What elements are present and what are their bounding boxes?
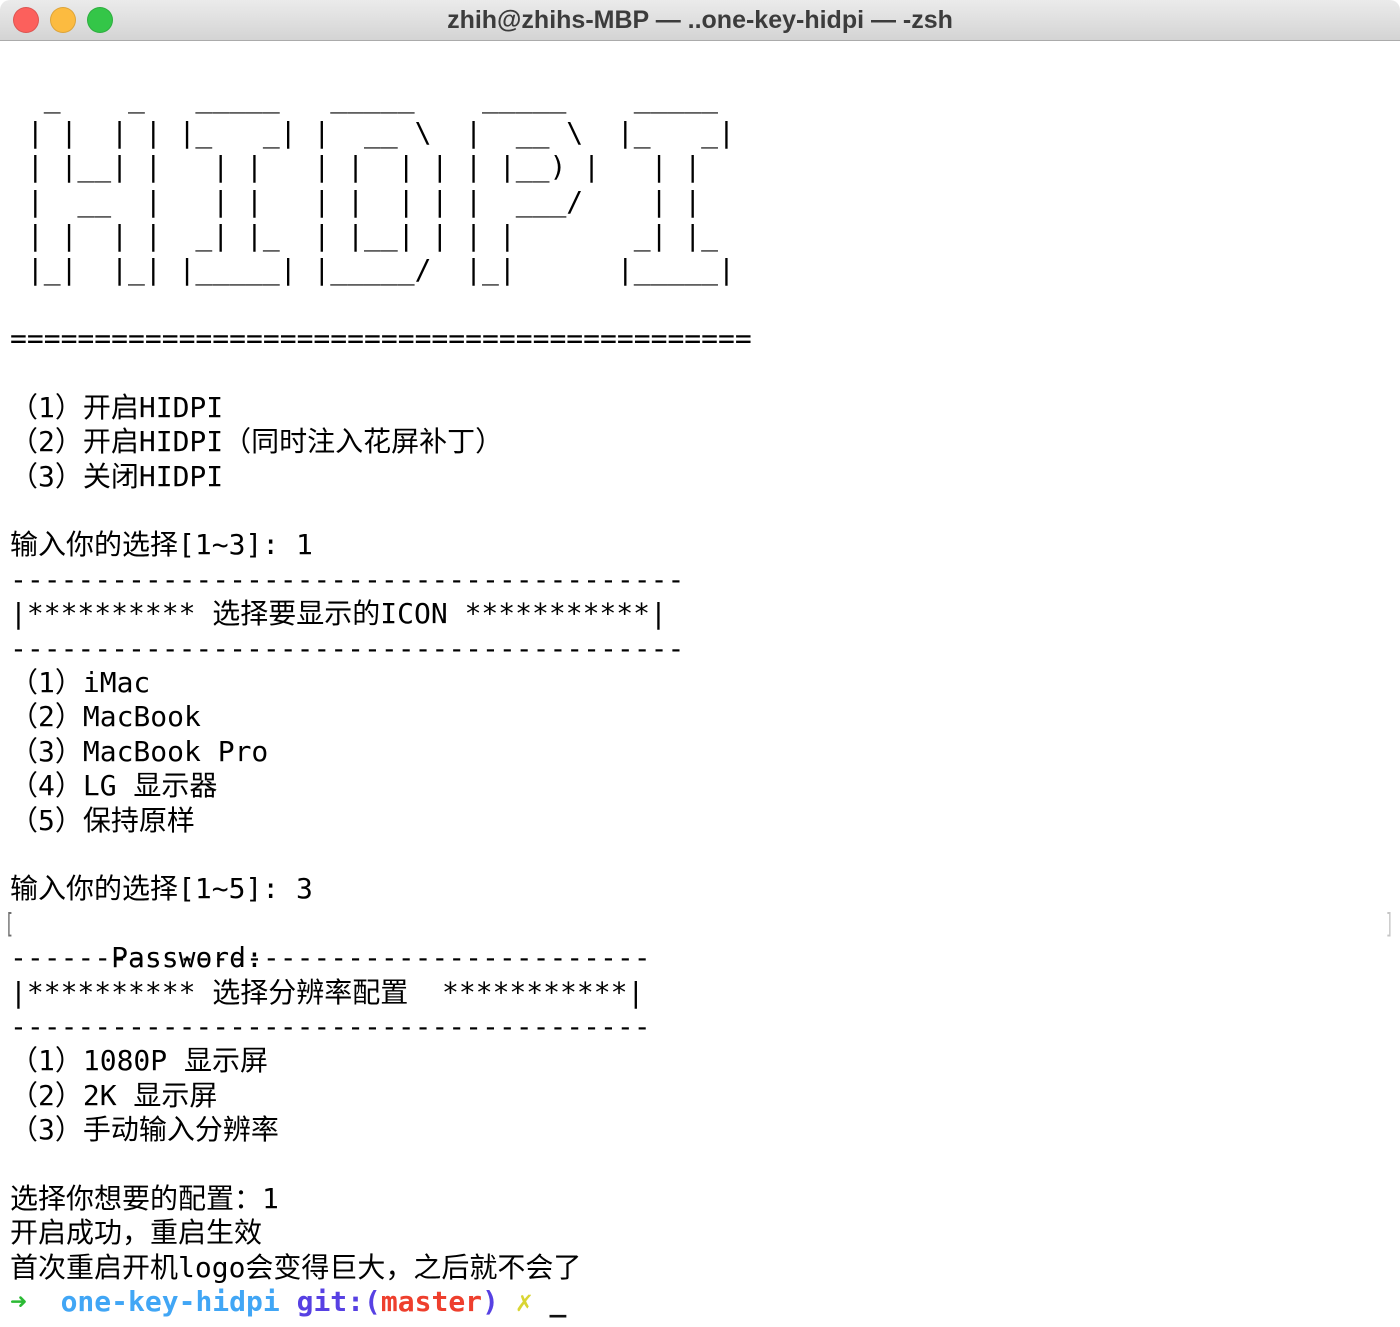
- choice-input-line: 输入你的选择[1~5]: 3: [10, 872, 1400, 906]
- window-titlebar[interactable]: zhih@zhihs-MBP — ..one-key-hidpi — -zsh: [0, 0, 1400, 41]
- password-prompt-line[interactable]: [Password:]: [10, 907, 1400, 941]
- hidpi-menu-item: （1）开启HIDPI: [10, 391, 1400, 425]
- ascii-banner-line: | | | | _| |_ | |__| | | | _| |_: [10, 219, 1400, 253]
- window-title: zhih@zhihs-MBP — ..one-key-hidpi — -zsh: [0, 0, 1400, 40]
- ascii-banner-line: |_| |_| |_____| |_____/ |_| |_____|: [10, 253, 1400, 287]
- prompt-arrow-icon: ➜: [10, 1285, 61, 1318]
- icon-menu-item: （3）MacBook Pro: [10, 735, 1400, 769]
- terminal-mark-right: ]: [1385, 907, 1394, 941]
- ascii-banner-line: | | | | |_ _| | __ \ | __ \ |_ _|: [10, 116, 1400, 150]
- icon-menu-item: （5）保持原样: [10, 804, 1400, 838]
- terminal-window: zhih@zhihs-MBP — ..one-key-hidpi — -zsh …: [0, 0, 1400, 1327]
- close-button[interactable]: [13, 7, 39, 33]
- terminal-screen[interactable]: _ _ _____ _____ _____ _____ | | | | |_ _…: [0, 41, 1400, 1319]
- icon-menu-item: （1）iMac: [10, 666, 1400, 700]
- icon-menu-item: （2）MacBook: [10, 700, 1400, 734]
- git-suffix: ): [482, 1285, 516, 1318]
- terminal-cursor: _: [549, 1285, 566, 1318]
- zoom-button[interactable]: [87, 7, 113, 33]
- resolution-menu-item: （2）2K 显示屏: [10, 1079, 1400, 1113]
- choice-input-line: 输入你的选择[1~3]: 1: [10, 528, 1400, 562]
- minimize-button[interactable]: [50, 7, 76, 33]
- terminal-blank-line: [10, 357, 1400, 391]
- ascii-banner-line: | |__| | | | | | | | | |__) | | |: [10, 150, 1400, 184]
- ascii-banner-line: _ _ _____ _____ _____ _____: [10, 81, 1400, 115]
- notice-message: 首次重启开机logo会变得巨大，之后就不会了: [10, 1251, 1400, 1285]
- git-prefix: git:(: [297, 1285, 381, 1318]
- resolution-menu-item: （3）手动输入分辨率: [10, 1113, 1400, 1147]
- hidpi-menu-item: （3）关闭HIDPI: [10, 460, 1400, 494]
- shell-prompt-line: ➜ one-key-hidpi git:(master) ✗ _: [10, 1285, 1400, 1319]
- dashed-divider: --------------------------------------: [10, 1010, 1400, 1044]
- icon-menu-item: （4）LG 显示器: [10, 769, 1400, 803]
- dashed-divider: ----------------------------------------: [10, 632, 1400, 666]
- terminal-blank-line: [10, 1148, 1400, 1182]
- resolution-section-header: |********** 选择分辨率配置 ***********|: [10, 976, 1400, 1010]
- success-message: 开启成功，重启生效: [10, 1216, 1400, 1250]
- resolution-menu-item: （1）1080P 显示屏: [10, 1044, 1400, 1078]
- terminal-blank-line: [10, 288, 1400, 322]
- dashed-divider: ----------------------------------------: [10, 563, 1400, 597]
- terminal-mark-left: [: [5, 907, 14, 941]
- git-dirty-mark: ✗: [516, 1285, 550, 1318]
- hidpi-menu-item: （2）开启HIDPI（同时注入花屏补丁）: [10, 425, 1400, 459]
- terminal-blank-line: [10, 494, 1400, 528]
- git-branch: master: [381, 1285, 482, 1318]
- config-choice-line: 选择你想要的配置：1: [10, 1182, 1400, 1216]
- equals-divider: ========================================…: [10, 322, 1400, 356]
- dashed-divider: --------------------------------------: [10, 941, 1400, 975]
- terminal-blank-line: [10, 838, 1400, 872]
- ascii-banner-line: | __ | | | | | | | | ___/ | |: [10, 185, 1400, 219]
- icon-section-header: |********** 选择要显示的ICON ***********|: [10, 597, 1400, 631]
- prompt-directory: one-key-hidpi: [61, 1285, 297, 1318]
- terminal-blank-line: [10, 47, 1400, 81]
